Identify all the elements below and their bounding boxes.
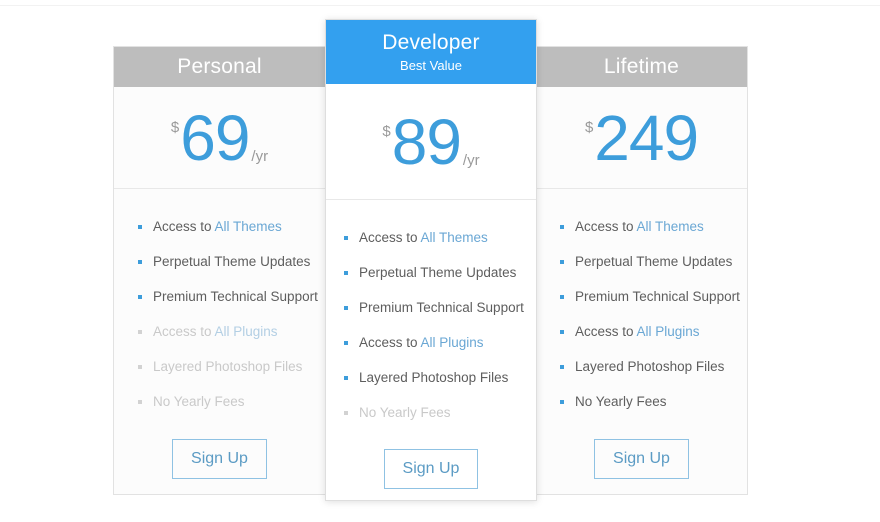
pricing-card-developer[interactable]: Developer Best Value $ 89 /yr Access to … (325, 19, 537, 501)
feature-item: No Yearly Fees (138, 384, 325, 419)
feature-item: No Yearly Fees (344, 395, 536, 430)
feature-label: No Yearly Fees (153, 394, 245, 409)
plan-title: Lifetime (603, 55, 680, 78)
price-currency: $ (584, 118, 594, 136)
bullet-icon (560, 259, 564, 264)
plan-header-lifetime: Lifetime (536, 47, 747, 87)
feature-label: Access to All Plugins (153, 324, 278, 339)
price-currency: $ (382, 122, 391, 140)
bullet-icon (560, 364, 564, 369)
feature-label: Layered Photoshop Files (153, 359, 303, 374)
bullet-icon (138, 294, 142, 299)
bullet-icon (138, 399, 142, 404)
feature-label: Premium Technical Support (575, 289, 740, 304)
plan-action-developer: Sign Up (326, 449, 536, 489)
sign-up-button-lifetime[interactable]: Sign Up (594, 439, 689, 479)
feature-label: Access to All Themes (153, 219, 282, 234)
feature-item: Perpetual Theme Updates (344, 255, 536, 290)
feature-item: Layered Photoshop Files (344, 360, 536, 395)
feature-label: Perpetual Theme Updates (575, 254, 733, 269)
feature-item: Access to All Plugins (138, 314, 325, 349)
price-period: /yr (462, 151, 480, 169)
feature-label: Access to All Plugins (575, 324, 700, 339)
feature-item: No Yearly Fees (560, 384, 747, 419)
pricing-card-lifetime[interactable]: Lifetime $ 249 Access to All Themes Perpe… (535, 46, 748, 495)
plan-header-developer: Developer Best Value (326, 20, 536, 84)
feature-item: Perpetual Theme Updates (138, 244, 325, 279)
plan-feature-list-personal: Access to All Themes Perpetual Theme Upda… (114, 189, 325, 419)
plan-price-lifetime: $ 249 (536, 87, 747, 189)
feature-item: Access to All Themes (138, 209, 325, 244)
bullet-icon (560, 294, 564, 299)
bullet-icon (344, 305, 348, 310)
feature-item: Premium Technical Support (560, 279, 747, 314)
plan-action-personal: Sign Up (114, 439, 325, 479)
bullet-icon (560, 329, 564, 334)
plan-price-developer: $ 89 /yr (326, 84, 536, 200)
plan-title: Personal (177, 55, 262, 78)
feature-item: Access to All Plugins (560, 314, 747, 349)
plan-title: Developer (382, 31, 480, 54)
bullet-icon (344, 270, 348, 275)
feature-link[interactable]: All Themes (421, 230, 488, 245)
price-currency: $ (170, 118, 180, 136)
bullet-icon (560, 399, 564, 404)
feature-label: Access to All Plugins (359, 335, 484, 350)
feature-item: Access to All Themes (344, 220, 536, 255)
price-amount: 249 (594, 101, 699, 174)
bullet-icon (138, 224, 142, 229)
feature-link[interactable]: All Themes (215, 219, 282, 234)
feature-label: No Yearly Fees (575, 394, 667, 409)
plan-feature-list-lifetime: Access to All Themes Perpetual Theme Upda… (536, 189, 747, 419)
bullet-icon (344, 375, 348, 380)
feature-link[interactable]: All Plugins (637, 324, 700, 339)
pricing-table: Personal $ 69 /yr Access to All Themes Pe… (0, 0, 880, 522)
feature-label: No Yearly Fees (359, 405, 451, 420)
price-period: /yr (251, 147, 269, 165)
plan-price-personal: $ 69 /yr (114, 87, 325, 189)
feature-item: Premium Technical Support (138, 279, 325, 314)
plan-header-personal: Personal (114, 47, 325, 87)
price-amount: 89 (391, 105, 462, 178)
feature-item: Access to All Plugins (344, 325, 536, 360)
feature-item: Perpetual Theme Updates (560, 244, 747, 279)
bullet-icon (344, 235, 348, 240)
feature-label: Perpetual Theme Updates (359, 265, 517, 280)
plan-action-lifetime: Sign Up (536, 439, 747, 479)
sign-up-button-personal[interactable]: Sign Up (172, 439, 267, 479)
sign-up-button-developer[interactable]: Sign Up (383, 449, 479, 489)
bullet-icon (344, 340, 348, 345)
feature-item: Premium Technical Support (344, 290, 536, 325)
bullet-icon (138, 364, 142, 369)
feature-item: Access to All Themes (560, 209, 747, 244)
bullet-icon (344, 410, 348, 415)
price-amount: 69 (180, 101, 250, 174)
plan-subtitle: Best Value (400, 58, 462, 73)
feature-link[interactable]: All Plugins (215, 324, 278, 339)
feature-label: Premium Technical Support (153, 289, 318, 304)
pricing-card-personal[interactable]: Personal $ 69 /yr Access to All Themes Pe… (113, 46, 326, 495)
feature-item: Layered Photoshop Files (138, 349, 325, 384)
plan-feature-list-developer: Access to All Themes Perpetual Theme Upda… (326, 200, 536, 430)
feature-label: Premium Technical Support (359, 300, 524, 315)
feature-label: Layered Photoshop Files (359, 370, 509, 385)
feature-label: Perpetual Theme Updates (153, 254, 311, 269)
bullet-icon (560, 224, 564, 229)
bullet-icon (138, 259, 142, 264)
feature-label: Access to All Themes (359, 230, 488, 245)
feature-link[interactable]: All Plugins (421, 335, 484, 350)
feature-item: Layered Photoshop Files (560, 349, 747, 384)
bullet-icon (138, 329, 142, 334)
feature-link[interactable]: All Themes (637, 219, 704, 234)
feature-label: Access to All Themes (575, 219, 704, 234)
feature-label: Layered Photoshop Files (575, 359, 725, 374)
